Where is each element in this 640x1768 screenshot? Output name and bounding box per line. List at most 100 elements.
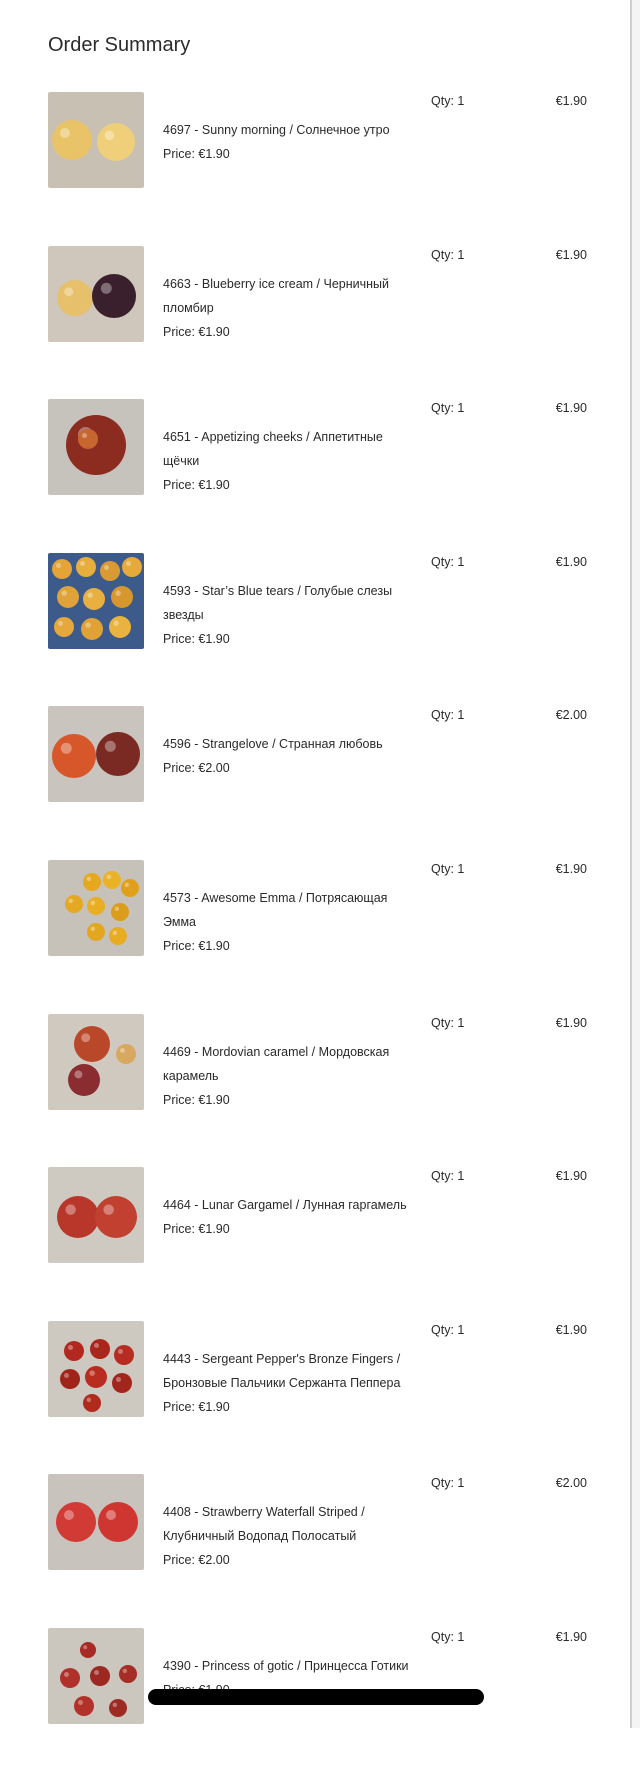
item-unit-price: Price: €1.90	[163, 478, 230, 493]
item-unit-price: Price: €2.00	[163, 761, 230, 776]
item-quantity: Qty: 1	[431, 1322, 465, 1337]
tomato-shape	[121, 879, 139, 897]
tomato-highlight	[118, 1348, 123, 1354]
tomato-shape	[68, 1063, 100, 1096]
tomato-highlight	[64, 1372, 69, 1378]
tomato-shape	[98, 1502, 138, 1543]
item-quantity: Qty: 1	[431, 401, 465, 416]
item-line-total: €1.90	[555, 247, 587, 262]
tomato-highlight	[120, 1047, 125, 1053]
scrollbar[interactable]	[630, 0, 640, 1728]
tomato-shape	[64, 1340, 84, 1361]
tomato-highlight	[68, 898, 74, 904]
item-details: 4443 - Sergeant Pepper's Bronze Fingers …	[163, 1347, 418, 1419]
product-image	[48, 1320, 144, 1417]
tomato-highlight	[104, 564, 109, 570]
tomato-highlight	[124, 882, 130, 888]
item-line-total: €1.90	[555, 1322, 587, 1337]
product-image	[48, 245, 144, 342]
tomato-highlight	[106, 874, 112, 880]
tomato-shape	[90, 1338, 110, 1359]
tomato-highlight	[116, 1376, 121, 1382]
item-unit-price: Price: €1.90	[163, 1092, 230, 1107]
tomato-highlight	[78, 1700, 83, 1705]
tomato-shape	[78, 429, 98, 450]
item-name: 4663 - Blueberry ice cream / Черничный п…	[163, 276, 389, 315]
item-name: 4469 - Mordovian caramel / Мордовская ка…	[163, 1044, 390, 1083]
product-image	[48, 1628, 144, 1724]
item-name: 4443 - Sergeant Pepper's Bronze Fingers …	[163, 1351, 401, 1390]
tomato-shape	[54, 616, 74, 637]
item-details: 4464 - Lunar Gargamel / Лунная гаргамель…	[163, 1193, 418, 1241]
tomato-shape	[114, 1344, 134, 1365]
tomato-highlight	[82, 433, 87, 439]
tomato-shape	[81, 617, 103, 640]
tomato-highlight	[74, 1069, 83, 1078]
product-image	[48, 92, 144, 188]
tomato-shape	[111, 585, 133, 608]
order-item: 4464 - Lunar Gargamel / Лунная гаргамель…	[0, 1167, 620, 1307]
order-item: 4663 - Blueberry ice cream / Черничный п…	[0, 245, 620, 386]
item-unit-price: Price: €1.90	[163, 1399, 230, 1414]
tomato-shape	[57, 585, 79, 608]
item-quantity: Qty: 1	[431, 247, 465, 262]
tomato-shape	[119, 1665, 137, 1683]
tomato-highlight	[104, 130, 115, 141]
tomato-highlight	[100, 282, 112, 294]
item-unit-price: Price: €1.90	[163, 147, 230, 161]
order-item: 4596 - Strangelove / Странная любовь Pric…	[0, 706, 620, 846]
order-item: 4443 - Sergeant Pepper's Bronze Fingers …	[0, 1320, 620, 1461]
tomato-shape	[90, 1666, 110, 1686]
item-line-total: €2.00	[555, 708, 587, 723]
item-quantity: Qty: 1	[431, 554, 465, 569]
item-line-total: €1.90	[555, 401, 587, 416]
home-indicator	[148, 1689, 484, 1705]
tomato-shape	[100, 560, 120, 581]
tomato-shape	[92, 273, 136, 318]
item-quantity: Qty: 1	[431, 708, 465, 723]
order-item: 4651 - Appetizing cheeks / Аппетитные щё…	[0, 399, 620, 539]
item-unit-price: Price: €2.00	[163, 1553, 230, 1568]
item-line-total: €1.90	[555, 1169, 587, 1184]
item-details: 4593 - Star’s Blue tears / Голубые слезы…	[163, 579, 418, 651]
product-image	[48, 552, 144, 649]
tomato-highlight	[56, 562, 61, 568]
tomato-highlight	[61, 590, 67, 596]
item-quantity: Qty: 1	[431, 1169, 465, 1184]
tomato-shape	[96, 732, 140, 777]
tomato-shape	[111, 903, 129, 921]
order-item: 4408 - Strawberry Waterfall Striped / Кл…	[0, 1474, 620, 1614]
item-line-total: €1.90	[555, 862, 587, 876]
tomato-shape	[122, 556, 142, 577]
tomato-highlight	[86, 876, 92, 882]
item-quantity: Qty: 1	[431, 1015, 465, 1030]
item-unit-price: Price: €1.90	[163, 939, 230, 953]
item-name: 4390 - Princess of gotic / Принцесса Гот…	[163, 1659, 409, 1673]
tomato-shape	[74, 1025, 110, 1062]
item-line-total: €2.00	[555, 1476, 587, 1491]
item-line-total: €1.90	[555, 1630, 587, 1644]
product-image	[48, 1167, 144, 1264]
item-name: 4596 - Strangelove / Странная любовь	[163, 737, 383, 752]
tomato-highlight	[94, 1342, 99, 1348]
item-details: 4596 - Strangelove / Странная любовь Pric…	[163, 732, 418, 780]
tomato-highlight	[60, 128, 70, 138]
tomato-highlight	[80, 560, 85, 566]
tomato-highlight	[85, 622, 91, 628]
item-quantity: Qty: 1	[431, 862, 465, 876]
item-unit-price: Price: €1.90	[163, 1222, 230, 1237]
tomato-shape	[83, 873, 101, 891]
product-image	[48, 1474, 144, 1571]
tomato-highlight	[60, 743, 72, 755]
item-details: 4573 - Awesome Emma / Потрясающая Эмма Pr…	[163, 886, 418, 958]
product-image	[48, 1013, 144, 1110]
tomato-shape	[74, 1696, 94, 1716]
tomato-highlight	[112, 1702, 118, 1708]
tomato-highlight	[122, 1668, 128, 1674]
tomato-shape	[83, 587, 105, 610]
tomato-shape	[52, 120, 92, 160]
item-unit-price: Price: €1.90	[163, 631, 230, 646]
item-details: 4469 - Mordovian caramel / Мордовская ка…	[163, 1040, 418, 1112]
tomato-highlight	[90, 926, 96, 932]
tomato-highlight	[65, 1204, 76, 1216]
